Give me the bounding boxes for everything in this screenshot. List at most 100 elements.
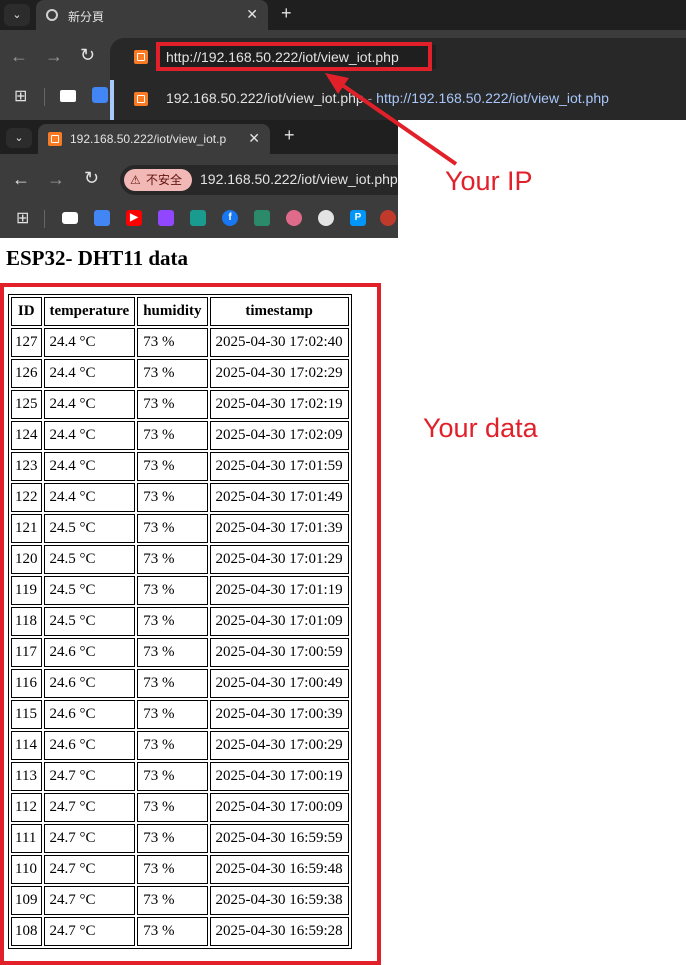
reload-icon[interactable]: ↻	[84, 168, 99, 189]
cell-timestamp: 2025-04-30 17:02:29	[209, 359, 349, 388]
table-row: 120 24.5 °C 73 % 2025-04-30 17:01:29	[11, 545, 349, 574]
cell-timestamp: 2025-04-30 17:00:49	[209, 669, 349, 698]
translate-icon[interactable]	[94, 210, 110, 226]
cell-id: 111	[11, 824, 42, 853]
cell-humidity: 73 %	[137, 917, 208, 946]
reload-icon[interactable]: ↻	[80, 45, 95, 66]
not-secure-badge[interactable]: ⚠ 不安全	[124, 169, 192, 191]
your-data-label: Your data	[423, 413, 538, 443]
cell-id: 118	[11, 607, 42, 636]
bubble-icon[interactable]	[286, 210, 302, 226]
table-row: 118 24.5 °C 73 % 2025-04-30 17:01:09	[11, 607, 349, 636]
apps-grid-icon[interactable]: ⊞	[16, 208, 29, 228]
cell-timestamp: 2025-04-30 17:02:09	[209, 421, 349, 450]
cell-temperature: 24.4 °C	[43, 359, 136, 388]
table-row: 112 24.7 °C 73 % 2025-04-30 17:00:09	[11, 793, 349, 822]
cell-timestamp: 2025-04-30 17:01:19	[209, 576, 349, 605]
cell-id: 113	[11, 762, 42, 791]
new-tab-button[interactable]: +	[281, 3, 292, 24]
cell-temperature: 24.5 °C	[43, 576, 136, 605]
apps-grid-icon[interactable]: ⊞	[14, 86, 27, 106]
table-row: 127 24.4 °C 73 % 2025-04-30 17:02:40	[11, 328, 349, 357]
warning-triangle-icon: ⚠	[130, 173, 141, 187]
bookmark-divider	[44, 210, 45, 228]
table-row: 122 24.4 °C 73 % 2025-04-30 17:01:49	[11, 483, 349, 512]
tab-search-chevron-icon[interactable]: ⌄	[6, 128, 32, 148]
cell-humidity: 73 %	[137, 545, 208, 574]
cell-humidity: 73 %	[137, 638, 208, 667]
table-row: 115 24.6 °C 73 % 2025-04-30 17:00:39	[11, 700, 349, 729]
suggestion-separator: -	[363, 90, 377, 106]
cell-id: 125	[11, 390, 42, 419]
not-secure-label: 不安全	[146, 173, 183, 187]
cell-id: 126	[11, 359, 42, 388]
table-row: 121 24.5 °C 73 % 2025-04-30 17:01:39	[11, 514, 349, 543]
cell-timestamp: 2025-04-30 16:59:28	[209, 917, 349, 946]
table-row: 123 24.4 °C 73 % 2025-04-30 17:01:59	[11, 452, 349, 481]
cell-temperature: 24.7 °C	[43, 886, 136, 915]
cell-id: 114	[11, 731, 42, 760]
cell-temperature: 24.4 °C	[43, 483, 136, 512]
cell-humidity: 73 %	[137, 390, 208, 419]
table-row: 117 24.6 °C 73 % 2025-04-30 17:00:59	[11, 638, 349, 667]
table-row: 113 24.7 °C 73 % 2025-04-30 17:00:19	[11, 762, 349, 791]
pixiv-icon[interactable]: P	[350, 210, 366, 226]
cell-humidity: 73 %	[137, 328, 208, 357]
close-tab-icon[interactable]: ✕	[246, 6, 258, 23]
table-row: 114 24.6 °C 73 % 2025-04-30 17:00:29	[11, 731, 349, 760]
cell-timestamp: 2025-04-30 17:02:40	[209, 328, 349, 357]
cell-temperature: 24.7 °C	[43, 917, 136, 946]
cell-temperature: 24.6 °C	[43, 700, 136, 729]
suggestion-site-icon	[134, 92, 148, 106]
cell-id: 121	[11, 514, 42, 543]
new-tab-button[interactable]: +	[284, 125, 295, 146]
page-title: ESP32- DHT11 data	[6, 246, 189, 270]
column-header-humidity: humidity	[137, 297, 208, 326]
cell-timestamp: 2025-04-30 17:01:29	[209, 545, 349, 574]
cell-id: 124	[11, 421, 42, 450]
forward-arrow-icon[interactable]: →	[45, 46, 63, 67]
tab-new-tab[interactable]: 新分頁 ✕	[36, 0, 268, 30]
forward-arrow-icon[interactable]: →	[47, 169, 65, 190]
cell-id: 127	[11, 328, 42, 357]
close-tab-icon[interactable]: ✕	[248, 130, 260, 147]
cell-humidity: 73 %	[137, 452, 208, 481]
cell-timestamp: 2025-04-30 17:00:39	[209, 700, 349, 729]
link-icon[interactable]	[254, 210, 270, 226]
cell-timestamp: 2025-04-30 16:59:38	[209, 886, 349, 915]
cell-temperature: 24.6 °C	[43, 669, 136, 698]
cell-timestamp: 2025-04-30 17:02:19	[209, 390, 349, 419]
cell-temperature: 24.7 °C	[43, 855, 136, 884]
gmail-icon[interactable]	[60, 90, 76, 102]
cell-timestamp: 2025-04-30 17:01:39	[209, 514, 349, 543]
cell-timestamp: 2025-04-30 17:01:49	[209, 483, 349, 512]
translate-icon[interactable]	[92, 87, 108, 103]
back-arrow-icon[interactable]: ←	[12, 169, 30, 190]
openai-icon[interactable]	[318, 210, 334, 226]
cell-timestamp: 2025-04-30 16:59:59	[209, 824, 349, 853]
counter-icon[interactable]	[380, 210, 396, 226]
cell-timestamp: 2025-04-30 17:00:59	[209, 638, 349, 667]
cell-timestamp: 2025-04-30 17:01:09	[209, 607, 349, 636]
cell-humidity: 73 %	[137, 824, 208, 853]
cell-humidity: 73 %	[137, 855, 208, 884]
tab-search-chevron-icon[interactable]: ⌄	[4, 4, 30, 26]
cell-id: 109	[11, 886, 42, 915]
dolphin-icon[interactable]	[190, 210, 206, 226]
second-url-text[interactable]: 192.168.50.222/iot/view_iot.php	[200, 171, 398, 187]
cell-id: 110	[11, 855, 42, 884]
cell-humidity: 73 %	[137, 700, 208, 729]
table-row: 126 24.4 °C 73 % 2025-04-30 17:02:29	[11, 359, 349, 388]
twitch-icon[interactable]	[158, 210, 174, 226]
youtube-icon[interactable]: ▶	[126, 210, 142, 226]
your-ip-label: Your IP	[445, 166, 533, 196]
tab-view-iot[interactable]: 192.168.50.222/iot/view_iot.p ✕	[38, 124, 270, 154]
gmail-icon[interactable]	[62, 212, 78, 224]
cell-humidity: 73 %	[137, 793, 208, 822]
facebook-icon[interactable]: f	[222, 210, 238, 226]
column-header-temperature: temperature	[43, 297, 136, 326]
table-row: 119 24.5 °C 73 % 2025-04-30 17:01:19	[11, 576, 349, 605]
omnibox-suggestion[interactable]: 192.168.50.222/iot/view_iot.php - http:/…	[166, 90, 609, 106]
chrome-icon	[46, 9, 58, 21]
back-arrow-icon[interactable]: ←	[10, 46, 28, 67]
